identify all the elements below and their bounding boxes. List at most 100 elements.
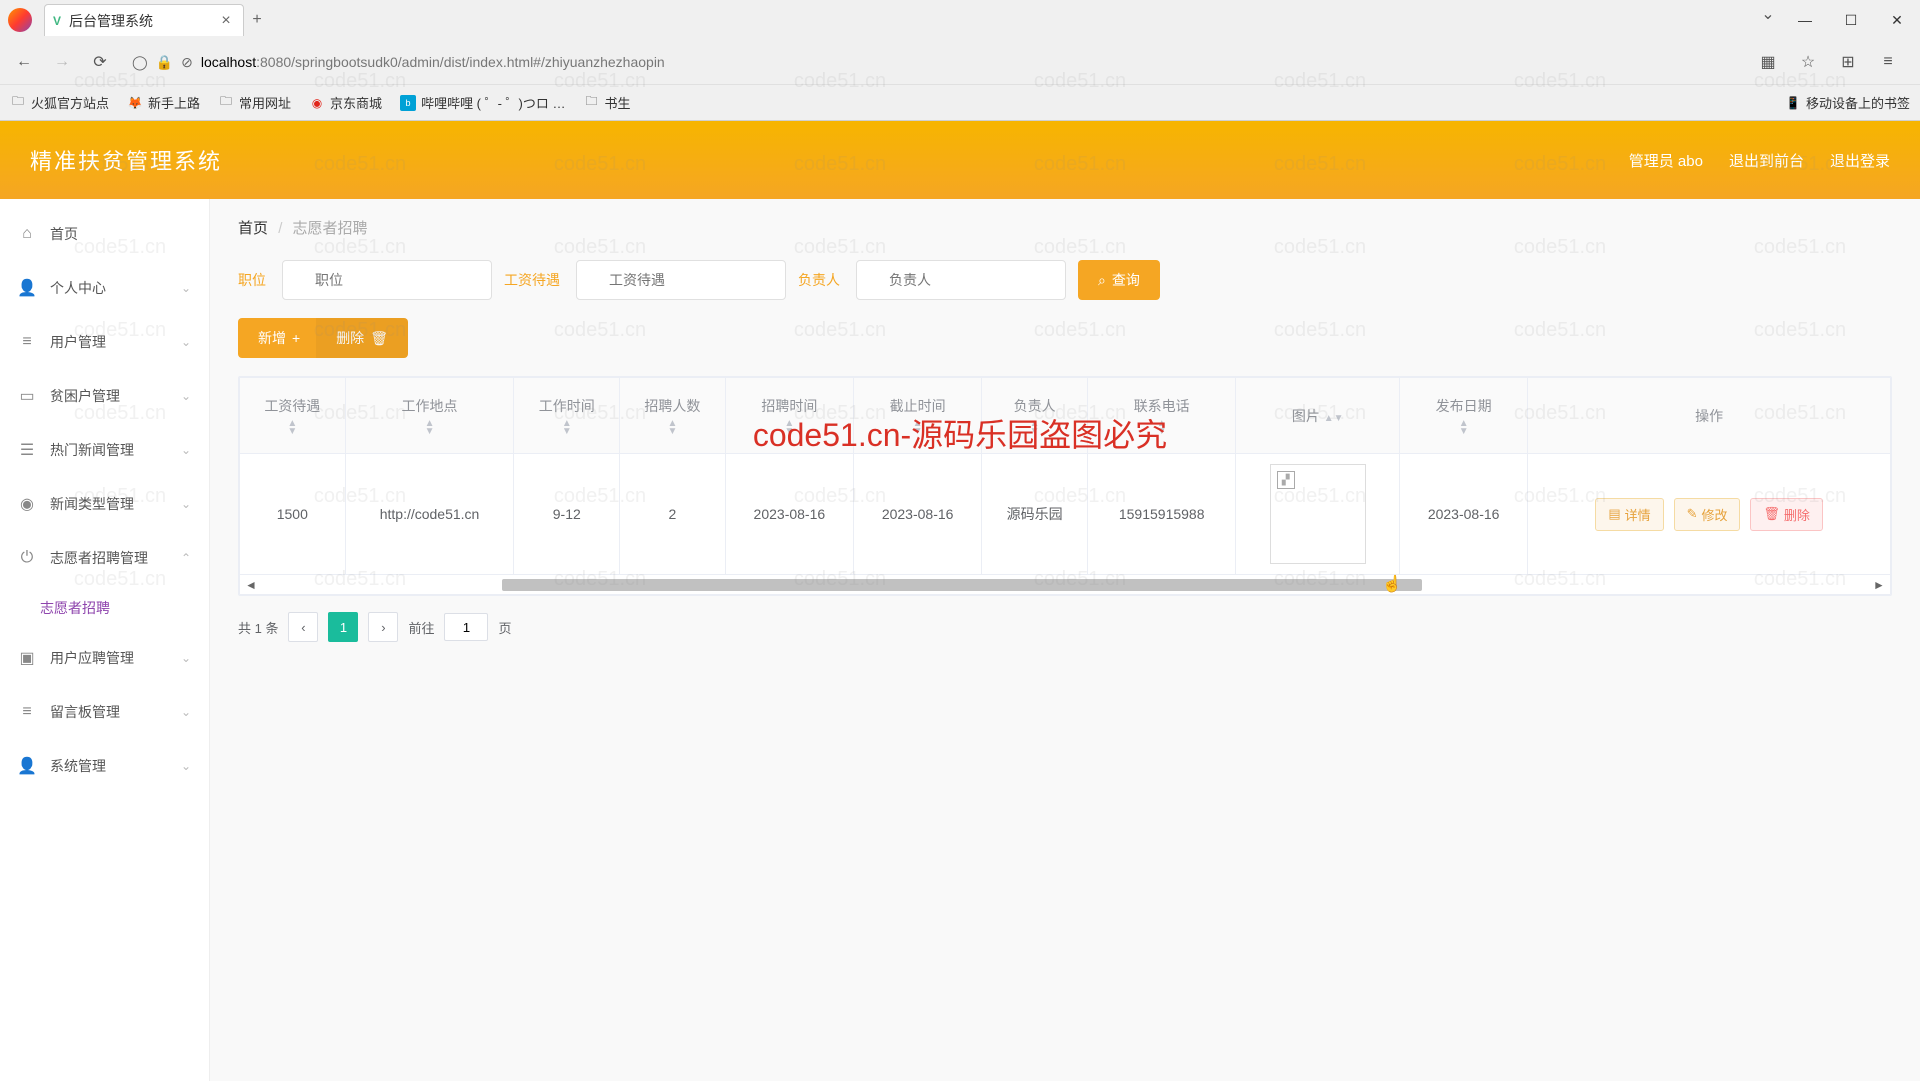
cell-start: 2023-08-16 (725, 454, 853, 575)
back-icon[interactable]: ← (10, 48, 38, 76)
chevron-down-icon: ⌄ (181, 335, 191, 349)
header-user[interactable]: 管理员 abo (1629, 150, 1703, 171)
col-salary[interactable]: 工资待遇▲▼ (240, 378, 346, 454)
cell-count: 2 (620, 454, 726, 575)
browser-tab[interactable]: V 后台管理系统 × (44, 4, 244, 36)
bookmark-item[interactable]: 🗀火狐官方站点 (10, 93, 109, 112)
col-start[interactable]: 招聘时间▲▼ (725, 378, 853, 454)
scroll-right-icon[interactable]: ► (1868, 578, 1890, 592)
sidebar-item-volunteer[interactable]: ⏻志愿者招聘管理⌃ (0, 531, 209, 585)
goto-label-post: 页 (498, 618, 511, 637)
bookmark-item[interactable]: 🦊新手上路 (127, 93, 200, 112)
menu-label: 贫困户管理 (50, 386, 120, 406)
circle-icon: ◉ (18, 495, 36, 513)
image-placeholder[interactable]: ▞ (1270, 464, 1366, 564)
action-row: 新增+ 删除🗑 (238, 318, 1892, 358)
scroll-left-icon[interactable]: ◄ (240, 578, 262, 592)
shield-icon: ◯ (132, 54, 148, 71)
sidebar-item-messages[interactable]: ≡留言板管理⌄ (0, 685, 209, 739)
mobile-bookmarks[interactable]: 📱移动设备上的书签 (1785, 93, 1910, 112)
page-1-button[interactable]: 1 (328, 612, 358, 642)
col-worktime[interactable]: 工作时间▲▼ (514, 378, 620, 454)
url-bar[interactable]: ◯ 🔒 ⊘ localhost:8080/springbootsudk0/adm… (124, 46, 1744, 78)
tab-bar: V 后台管理系统 × + ⌄ — ☐ ✕ (0, 0, 1920, 40)
detail-button[interactable]: ▤详情 (1595, 498, 1663, 531)
sort-icon: ▲▼ (862, 420, 973, 436)
breadcrumb-home[interactable]: 首页 (238, 220, 268, 237)
horizontal-scrollbar[interactable]: ◄ ► (239, 575, 1891, 595)
sidebar-subitem-volunteer-recruit[interactable]: 志愿者招聘 (0, 585, 209, 631)
search-icon: ⌕ (1098, 272, 1106, 289)
header-logout[interactable]: 退出登录 (1830, 150, 1890, 171)
cell-ops: ▤详情 ✎修改 🗑删除 (1528, 454, 1891, 575)
bookmark-item[interactable]: ◉京东商城 (309, 93, 382, 112)
col-end[interactable]: 截止时间▲▼ (854, 378, 982, 454)
col-image[interactable]: 图片 ▲▼ (1236, 378, 1400, 454)
reload-icon[interactable]: ⟳ (86, 48, 114, 76)
sidebar-item-newstype[interactable]: ◉新闻类型管理⌄ (0, 477, 209, 531)
jd-icon: ◉ (309, 95, 325, 111)
filter-label-position: 职位 (238, 270, 266, 290)
sidebar-item-users[interactable]: ≡用户管理⌄ (0, 315, 209, 369)
folder-icon: 🗀 (10, 95, 26, 111)
search-button[interactable]: ⌕查询 (1078, 260, 1160, 300)
menu-label: 热门新闻管理 (50, 440, 134, 460)
chevron-down-icon: ⌄ (181, 705, 191, 719)
goto-page-input[interactable] (444, 613, 488, 641)
sort-icon: ▲▼ (734, 420, 845, 436)
data-table: 工资待遇▲▼ 工作地点▲▼ 工作时间▲▼ 招聘人数▲▼ 招聘时间▲▼ 截止时间▲… (238, 376, 1892, 596)
bookmark-item[interactable]: 🗀常用网址 (218, 93, 291, 112)
new-tab-icon[interactable]: + (248, 11, 266, 29)
bookmark-item[interactable]: b哔哩哔哩 ( ゜- ゜)つロ … (400, 93, 565, 112)
next-page-button[interactable]: › (368, 612, 398, 642)
cell-end: 2023-08-16 (854, 454, 982, 575)
header-exit-front[interactable]: 退出到前台 (1729, 150, 1804, 171)
user-icon: 👤 (18, 757, 36, 775)
star-icon[interactable]: ☆ (1794, 48, 1822, 76)
filter-input-position[interactable] (282, 260, 492, 300)
prev-page-button[interactable]: ‹ (288, 612, 318, 642)
doc-icon: ▤ (1608, 506, 1620, 522)
bookmark-item[interactable]: 🗀书生 (584, 93, 631, 112)
scrollbar-thumb[interactable] (502, 579, 1422, 591)
permission-icon: ⊘ (181, 54, 193, 71)
edit-button[interactable]: ✎修改 (1674, 498, 1741, 531)
maximize-icon[interactable]: ☐ (1828, 0, 1874, 40)
sort-icon: ▲▼ (1408, 420, 1519, 436)
cell-place: http://code51.cn (345, 454, 514, 575)
sidebar-item-news[interactable]: ☰热门新闻管理⌄ (0, 423, 209, 477)
trash-icon: 🗑 (370, 330, 388, 347)
close-tab-icon[interactable]: × (217, 12, 235, 30)
home-icon: ⌂ (18, 225, 36, 243)
forward-icon[interactable]: → (48, 48, 76, 76)
row-delete-button[interactable]: 🗑删除 (1750, 498, 1823, 531)
col-owner[interactable]: 负责人▲▼ (982, 378, 1088, 454)
col-phone[interactable]: 联系电话▲▼ (1087, 378, 1236, 454)
broken-image-icon: ▞ (1277, 471, 1295, 489)
table-header-row: 工资待遇▲▼ 工作地点▲▼ 工作时间▲▼ 招聘人数▲▼ 招聘时间▲▼ 截止时间▲… (240, 378, 1891, 454)
sidebar-item-system[interactable]: 👤系统管理⌄ (0, 739, 209, 793)
filter-input-owner[interactable] (856, 260, 1066, 300)
minimize-icon[interactable]: — (1782, 0, 1828, 40)
sidebar-item-apply[interactable]: ▣用户应聘管理⌄ (0, 631, 209, 685)
col-count[interactable]: 招聘人数▲▼ (620, 378, 726, 454)
filter-label-owner: 负责人 (798, 270, 840, 290)
scrollbar-track[interactable] (262, 578, 1868, 592)
filter-input-salary[interactable] (576, 260, 786, 300)
tabs-dropdown-icon[interactable]: ⌄ (1754, 0, 1782, 28)
sidebar-item-profile[interactable]: 👤个人中心⌄ (0, 261, 209, 315)
sidebar-item-poverty[interactable]: ▭贫困户管理⌄ (0, 369, 209, 423)
sort-icon: ▲▼ (1324, 413, 1344, 424)
close-window-icon[interactable]: ✕ (1874, 0, 1920, 40)
menu-icon[interactable]: ≡ (1874, 48, 1902, 76)
delete-button[interactable]: 删除🗑 (316, 318, 408, 358)
col-pubdate[interactable]: 发布日期▲▼ (1400, 378, 1528, 454)
col-place[interactable]: 工作地点▲▼ (345, 378, 514, 454)
mobile-icon: 📱 (1785, 95, 1801, 111)
extension-icon[interactable]: ⊞ (1834, 48, 1862, 76)
cell-pubdate: 2023-08-16 (1400, 454, 1528, 575)
sidebar-item-home[interactable]: ⌂首页 (0, 207, 209, 261)
breadcrumb-current: 志愿者招聘 (293, 220, 368, 237)
qr-icon[interactable]: ▦ (1754, 48, 1782, 76)
add-button[interactable]: 新增+ (238, 318, 320, 358)
